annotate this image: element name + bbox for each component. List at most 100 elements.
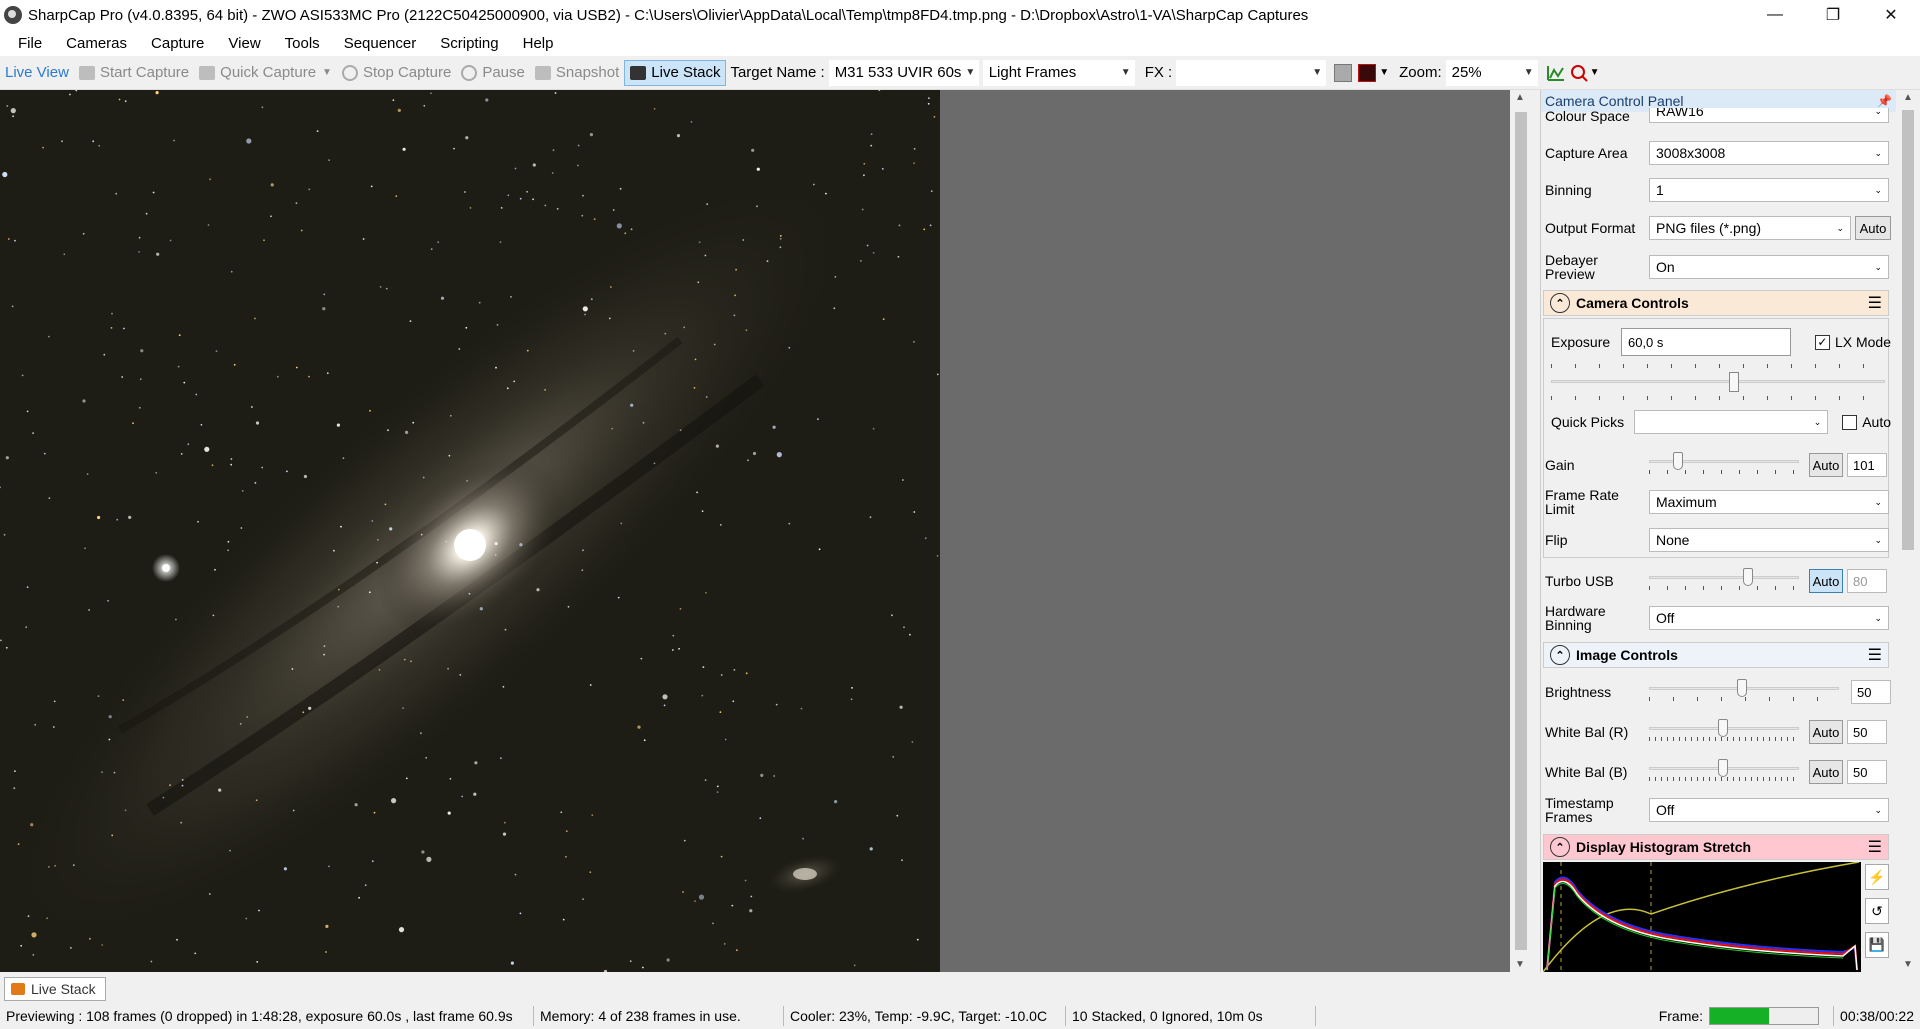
menu-tools[interactable]: Tools [273, 35, 332, 52]
gain-slider[interactable] [1649, 452, 1799, 478]
target-name-combo[interactable]: M31 533 UVIR 60s ▼ [828, 59, 979, 86]
white-bal-r-value-input[interactable]: 50 [1847, 720, 1887, 744]
scroll-down-icon[interactable]: ▼ [1903, 959, 1913, 970]
white-bal-r-slider[interactable] [1649, 719, 1799, 745]
chevron-down-icon[interactable]: ▼ [1379, 67, 1389, 78]
hardware-binning-row: Hardware Binning Off ⌄ [1545, 603, 1891, 633]
histogram-header[interactable]: ⌃ Display Histogram Stretch ☰ [1543, 834, 1889, 860]
menu-help[interactable]: Help [511, 35, 566, 52]
white-bal-b-slider[interactable] [1649, 759, 1799, 785]
minimize-button[interactable]: — [1746, 0, 1804, 30]
menu-scripting[interactable]: Scripting [428, 35, 510, 52]
hamburger-menu-icon[interactable]: ☰ [1868, 645, 1882, 665]
white-bal-r-auto-button[interactable]: Auto [1809, 720, 1843, 744]
menu-capture[interactable]: Capture [139, 35, 216, 52]
scroll-up-icon[interactable]: ▲ [1515, 92, 1525, 103]
image-scrollbar[interactable]: ▲ ▼ [1512, 90, 1530, 972]
hamburger-menu-icon[interactable]: ☰ [1868, 293, 1882, 313]
menu-sequencer[interactable]: Sequencer [332, 35, 429, 52]
brightness-slider-thumb[interactable] [1737, 679, 1747, 697]
hardware-binning-combo[interactable]: Off ⌄ [1649, 606, 1889, 630]
panel-scrollbar[interactable]: ▲ ▼ [1898, 90, 1918, 972]
save-icon[interactable]: 💾 [1865, 932, 1889, 958]
turbo-usb-slider[interactable] [1649, 568, 1799, 594]
white-bal-r-slider-thumb[interactable] [1718, 719, 1728, 737]
frame-type-combo[interactable]: Light Frames ▼ [982, 59, 1135, 86]
zoom-combo[interactable]: 25% ▼ [1445, 59, 1538, 86]
star [666, 958, 670, 962]
star [214, 568, 216, 571]
hamburger-menu-icon[interactable]: ☰ [1868, 837, 1882, 857]
zoom-tools-icon[interactable] [1570, 64, 1590, 82]
turbo-usb-auto-button[interactable]: Auto [1809, 569, 1843, 593]
live-view-button[interactable]: Live View [0, 60, 74, 86]
chevron-down-icon[interactable]: ▼ [1590, 67, 1600, 78]
collapse-icon[interactable]: ⌃ [1550, 293, 1570, 313]
snapshot-button[interactable]: Snapshot [530, 60, 624, 86]
turbo-usb-slider-thumb[interactable] [1743, 568, 1753, 586]
chevron-down-icon[interactable]: ▼ [322, 67, 332, 78]
menu-cameras[interactable]: Cameras [54, 35, 139, 52]
panel-scrollbar-thumb[interactable] [1902, 110, 1914, 550]
stop-capture-button[interactable]: Stop Capture [337, 60, 456, 86]
star [177, 365, 180, 368]
binning-combo[interactable]: 1 ⌄ [1649, 178, 1889, 202]
white-bal-b-slider-thumb[interactable] [1718, 759, 1728, 777]
turbo-usb-value-input[interactable]: 80 [1847, 569, 1887, 593]
scroll-up-icon[interactable]: ▲ [1903, 92, 1913, 103]
restore-button[interactable]: ❐ [1804, 0, 1862, 30]
scroll-down-icon[interactable]: ▼ [1515, 959, 1525, 970]
background-subtraction-icon[interactable] [1334, 63, 1353, 82]
frame-time: 00:38/00:22 [1833, 1006, 1920, 1026]
histogram-plot[interactable] [1543, 862, 1861, 972]
gain-auto-button[interactable]: Auto [1809, 453, 1843, 477]
white-bal-b-value-input[interactable]: 50 [1847, 760, 1887, 784]
white-bal-b-auto-button[interactable]: Auto [1809, 760, 1843, 784]
debayer-label: Debayer Preview [1545, 252, 1598, 282]
quick-picks-auto-checkbox[interactable] [1842, 414, 1858, 430]
lx-mode-checkbox[interactable]: ✓ [1814, 334, 1830, 350]
exposure-slider[interactable] [1551, 360, 1885, 410]
timestamp-combo[interactable]: Off ⌄ [1649, 798, 1889, 822]
debayer-combo[interactable]: On ⌄ [1649, 255, 1889, 279]
star [662, 694, 668, 700]
gain-value-input[interactable]: 101 [1847, 453, 1887, 477]
collapse-icon[interactable]: ⌃ [1550, 645, 1570, 665]
quick-capture-button[interactable]: Quick Capture ▼ [194, 60, 337, 86]
camera-controls-header[interactable]: ⌃ Camera Controls ☰ [1543, 290, 1889, 316]
star [425, 756, 428, 759]
image-controls-header[interactable]: ⌃ Image Controls ☰ [1543, 642, 1889, 668]
frame-rate-combo[interactable]: Maximum ⌄ [1649, 490, 1889, 514]
exposure-input[interactable]: 60,0 s [1620, 328, 1791, 356]
star [13, 787, 16, 790]
histogram-icon[interactable] [1546, 64, 1566, 82]
output-format-auto-button[interactable]: Auto [1855, 216, 1891, 240]
frame-rate-row: Frame Rate Limit Maximum ⌄ [1545, 487, 1891, 517]
reset-icon[interactable]: ↺ [1865, 898, 1889, 924]
brightness-value-input[interactable]: 50 [1851, 680, 1891, 704]
close-button[interactable]: ✕ [1862, 0, 1920, 30]
pause-button[interactable]: Pause [456, 60, 530, 86]
fx-combo[interactable]: ▼ [1176, 59, 1327, 86]
menu-file[interactable]: File [6, 35, 54, 52]
scrollbar-thumb[interactable] [1515, 112, 1527, 950]
start-capture-button[interactable]: Start Capture [74, 60, 194, 86]
exposure-slider-thumb[interactable] [1729, 372, 1739, 392]
live-stack-tab[interactable]: Live Stack [4, 977, 106, 1001]
colour-space-combo[interactable]: RAW16 ⌄ [1649, 108, 1889, 123]
image-viewport[interactable] [0, 90, 1510, 972]
reticle-icon[interactable] [1358, 63, 1377, 82]
pin-icon[interactable]: 📌 [1877, 94, 1892, 108]
gain-slider-thumb[interactable] [1673, 452, 1683, 470]
quick-picks-combo[interactable]: ⌄ [1634, 410, 1829, 434]
capture-area-combo[interactable]: 3008x3008 ⌄ [1649, 141, 1889, 165]
star [565, 855, 567, 858]
output-format-combo[interactable]: PNG files (*.png) ⌄ [1649, 216, 1851, 240]
live-stack-button[interactable]: Live Stack [624, 59, 727, 86]
chevron-down-icon: ⌄ [1836, 222, 1844, 233]
collapse-icon[interactable]: ⌃ [1550, 837, 1570, 857]
menu-view[interactable]: View [216, 35, 272, 52]
flip-combo[interactable]: None ⌄ [1649, 528, 1889, 552]
lightning-icon[interactable]: ⚡ [1865, 864, 1889, 890]
brightness-slider[interactable] [1649, 679, 1839, 705]
